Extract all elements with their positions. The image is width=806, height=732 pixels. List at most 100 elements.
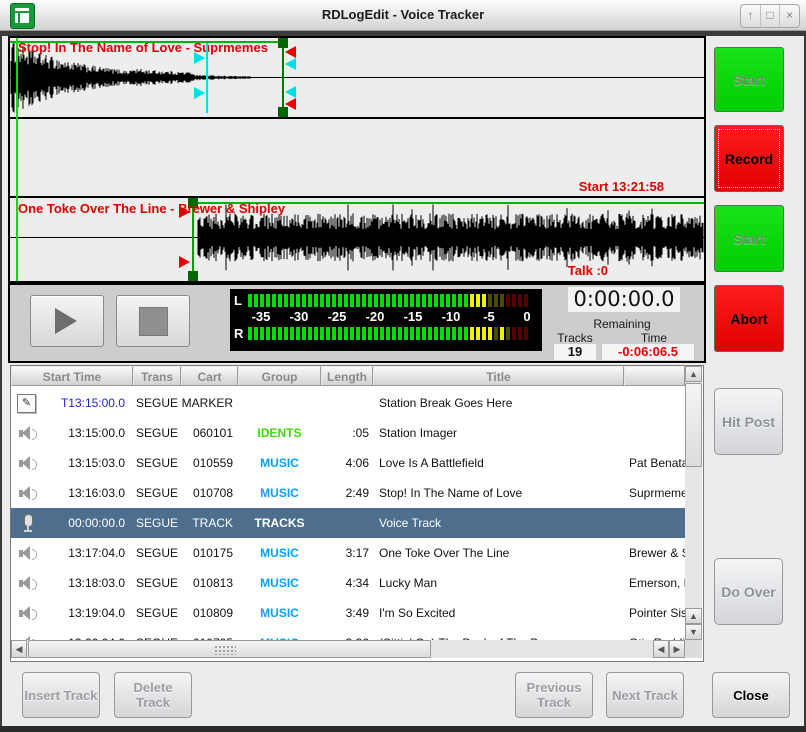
hit-post-button[interactable]: Hit Post bbox=[714, 388, 783, 455]
do-over-button[interactable]: Do Over bbox=[714, 558, 783, 625]
scroll-up-icon[interactable]: ▲ bbox=[685, 608, 702, 624]
playhead-line[interactable] bbox=[16, 38, 18, 281]
cell-artist: Emerson, Lake & Palmer bbox=[629, 568, 685, 598]
window-controls: ↑ □ × bbox=[740, 4, 800, 28]
cell-group: TRACKS bbox=[238, 508, 321, 538]
column-header-artist[interactable] bbox=[624, 366, 685, 386]
table-row[interactable]: 13:15:00.0SEGUE060101IDENTS:05Station Im… bbox=[11, 418, 685, 448]
cell-cart: 010809 bbox=[179, 598, 233, 628]
red-marker-handle-top[interactable] bbox=[285, 46, 296, 58]
cyan-end-handle-top[interactable] bbox=[285, 58, 296, 70]
stop-icon bbox=[139, 307, 168, 336]
cyan-marker-handle-bottom[interactable] bbox=[194, 87, 205, 99]
record-button[interactable]: Record bbox=[714, 125, 784, 192]
column-header-trans[interactable]: Trans bbox=[133, 366, 181, 386]
start-time-annotation: Start 13:21:58 bbox=[579, 179, 664, 194]
meter-scale-tick: -5 bbox=[470, 309, 508, 324]
maximize-icon[interactable]: □ bbox=[760, 5, 780, 27]
column-header-start-time[interactable]: Start Time bbox=[11, 366, 133, 386]
column-header-group[interactable]: Group bbox=[238, 366, 321, 386]
table-row[interactable]: ✎T13:15:00.0SEGUEMARKERStation Break Goe… bbox=[11, 388, 685, 418]
table-row[interactable]: 13:17:04.0SEGUE010175MUSIC3:17One Toke O… bbox=[11, 538, 685, 568]
titlebar[interactable]: RDLogEdit - Voice Tracker ↑ □ × bbox=[0, 0, 806, 31]
cell-title: Voice Track bbox=[379, 508, 623, 538]
column-header-title[interactable]: Title bbox=[373, 366, 624, 386]
red-marker-handle-bottom[interactable] bbox=[285, 98, 296, 110]
shade-icon[interactable]: ↑ bbox=[741, 5, 760, 27]
meter-bar-L bbox=[248, 294, 536, 307]
play-button[interactable] bbox=[30, 295, 104, 347]
log-rows: ✎T13:15:00.0SEGUEMARKERStation Break Goe… bbox=[11, 388, 685, 640]
table-row[interactable]: 13:16:03.0SEGUE010708MUSIC2:49Stop! In T… bbox=[11, 478, 685, 508]
scroll-down-icon[interactable]: ▼ bbox=[685, 624, 702, 640]
cell-length: 3:36 bbox=[321, 628, 369, 640]
talk-annotation: Talk :0 bbox=[568, 263, 608, 278]
table-row[interactable]: 13:19:04.0SEGUE010809MUSIC3:49I'm So Exc… bbox=[11, 598, 685, 628]
cell-title: Lucky Man bbox=[379, 568, 623, 598]
tracks-remaining-value: 19 bbox=[554, 344, 596, 360]
voice-tracker-waveform[interactable]: Stop! In The Name of Love - Suprmemes St… bbox=[8, 36, 706, 283]
track3-label: One Toke Over The Line - Brewer & Shiple… bbox=[18, 201, 285, 216]
cell-artist bbox=[629, 508, 685, 538]
horizontal-scroll-thumb[interactable] bbox=[28, 640, 431, 658]
cell-artist: Pointer Sisters bbox=[629, 598, 685, 628]
voice-track-band[interactable]: Start 13:21:58 bbox=[10, 119, 704, 196]
time-remaining-value: -0:06:06.5 bbox=[602, 344, 694, 360]
start-button-bottom[interactable]: Start bbox=[714, 205, 784, 272]
next-track-button[interactable]: Next Track bbox=[606, 672, 684, 718]
window-border-left bbox=[0, 31, 2, 732]
cell-length: 3:49 bbox=[321, 598, 369, 628]
scrollbar-corner bbox=[685, 640, 702, 658]
scroll-right-icon[interactable]: ▶ bbox=[669, 640, 685, 658]
vertical-scrollbar[interactable]: ▲ ▲ ▼ bbox=[685, 366, 702, 640]
table-row[interactable]: 13:20:04.0SEGUE010705MUSIC3:36(Sittin' O… bbox=[11, 628, 685, 640]
insert-track-button[interactable]: Insert Track bbox=[22, 672, 100, 718]
cyan-end-handle-bottom[interactable] bbox=[285, 86, 296, 98]
previous-track-button[interactable]: Previous Track bbox=[515, 672, 593, 718]
scroll-up-icon[interactable]: ▲ bbox=[685, 366, 702, 382]
column-header-cart[interactable]: Cart bbox=[181, 366, 238, 386]
column-header-length[interactable]: Length bbox=[321, 366, 373, 386]
table-row[interactable]: 00:00:00.0SEGUETRACKTRACKSVoice Track bbox=[11, 508, 685, 538]
table-row[interactable]: 13:18:03.0SEGUE010813MUSIC4:34Lucky ManE… bbox=[11, 568, 685, 598]
cell-artist: Suprmemes bbox=[629, 478, 685, 508]
close-button[interactable]: Close bbox=[712, 672, 790, 718]
cell-title: One Toke Over The Line bbox=[379, 538, 623, 568]
close-icon[interactable]: × bbox=[779, 5, 799, 27]
cell-trans: SEGUE bbox=[133, 568, 181, 598]
scroll-grip bbox=[214, 645, 236, 655]
delete-track-button[interactable]: Delete Track bbox=[114, 672, 192, 718]
cell-start: 13:15:00.0 bbox=[11, 418, 125, 448]
table-row[interactable]: 13:15:03.0SEGUE010559MUSIC4:06Love Is A … bbox=[11, 448, 685, 478]
start-marker-square-bottom[interactable] bbox=[188, 271, 198, 281]
track3-band[interactable]: One Toke Over The Line - Brewer & Shiple… bbox=[10, 198, 704, 281]
abort-button[interactable]: Abort bbox=[714, 285, 784, 352]
meter-scale-tick: -10 bbox=[432, 309, 470, 324]
track1-gain-line[interactable] bbox=[10, 41, 282, 43]
scroll-left-icon[interactable]: ◀ bbox=[11, 640, 27, 658]
track1-band[interactable]: Stop! In The Name of Love - Suprmemes bbox=[10, 38, 704, 117]
cyan-marker-handle-top[interactable] bbox=[194, 52, 205, 64]
cell-group: MUSIC bbox=[238, 568, 321, 598]
track1-end-marker-line[interactable] bbox=[282, 38, 284, 117]
scroll-left-icon[interactable]: ◀ bbox=[653, 640, 669, 658]
cell-title: Station Break Goes Here bbox=[379, 388, 623, 418]
cell-length: 4:06 bbox=[321, 448, 369, 478]
stop-button[interactable] bbox=[116, 295, 190, 347]
cell-group: IDENTS bbox=[238, 418, 321, 448]
cell-cart: MARKER bbox=[179, 388, 233, 418]
cell-title: Station Imager bbox=[379, 418, 623, 448]
horizontal-scrollbar[interactable]: ◀ ◀ ▶ bbox=[11, 640, 685, 658]
vertical-scroll-thumb[interactable] bbox=[685, 383, 702, 467]
meter-scale-tick: -20 bbox=[356, 309, 394, 324]
track1-cyan-marker-line[interactable] bbox=[206, 43, 208, 113]
red-start-handle-bottom[interactable] bbox=[179, 256, 190, 268]
meter-scale-tick: -30 bbox=[280, 309, 318, 324]
track3-centerline bbox=[10, 237, 704, 238]
cell-start: 13:19:04.0 bbox=[11, 598, 125, 628]
elapsed-time-display: 0:00:00.0 bbox=[568, 287, 680, 312]
start-button-top[interactable]: Start bbox=[714, 47, 784, 112]
play-icon bbox=[55, 308, 77, 334]
cell-group: MUSIC bbox=[238, 478, 321, 508]
meter-scale-tick: -15 bbox=[394, 309, 432, 324]
